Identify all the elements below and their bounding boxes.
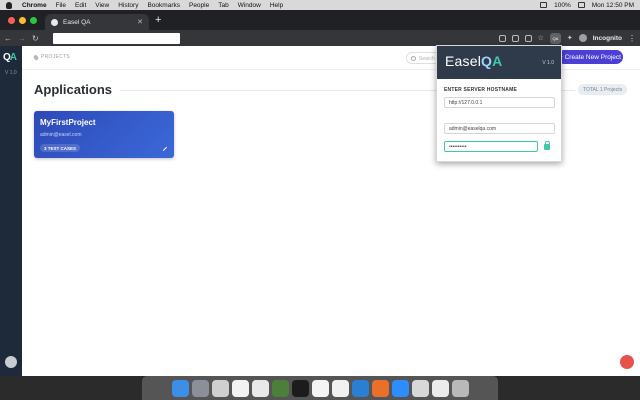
search-icon xyxy=(411,56,416,61)
menubar-status: 100% Mon 12:50 PM xyxy=(540,2,634,9)
preview-icon[interactable] xyxy=(411,379,429,397)
chrome-icon[interactable] xyxy=(331,379,349,397)
close-window-button[interactable] xyxy=(8,16,15,24)
back-icon[interactable]: ← xyxy=(4,34,12,43)
hostname-field[interactable]: http://127.0.0.1 xyxy=(444,97,555,108)
menu-history[interactable]: History xyxy=(118,2,138,9)
calendar-icon[interactable] xyxy=(231,379,249,397)
eye-off-icon[interactable] xyxy=(524,34,532,42)
password-field[interactable]: •••••••••• xyxy=(444,141,538,152)
photos-icon[interactable] xyxy=(251,379,269,397)
bug-report-icon[interactable] xyxy=(620,355,634,369)
reload-icon[interactable]: ↻ xyxy=(32,34,39,43)
popup-version: V 1.0 xyxy=(542,60,554,66)
brand-easel: Easel xyxy=(445,53,482,69)
star-icon[interactable]: ☆ xyxy=(538,34,544,42)
popup-brand: EaselQA xyxy=(445,53,502,69)
browser-toolbar: ← → ↻ ☆ QA ✦ Incognito ⋮ xyxy=(0,30,640,46)
tab-easel-qa[interactable]: Easel QA ✕ xyxy=(45,14,149,30)
test-cases-badge: 3 TEST CASES xyxy=(40,144,81,152)
sidebar-logo[interactable]: QA xyxy=(3,52,17,63)
activity-monitor-icon[interactable] xyxy=(271,379,289,397)
apple-icon[interactable] xyxy=(6,1,12,9)
sidebar-version: V 1.0 xyxy=(5,70,17,76)
system-preferences-icon[interactable] xyxy=(211,379,229,397)
create-new-project-button[interactable]: + Create New Project xyxy=(557,50,623,64)
close-tab-icon[interactable]: ✕ xyxy=(137,18,143,26)
incognito-label[interactable]: Incognito xyxy=(593,35,622,42)
firefox-icon[interactable] xyxy=(371,379,389,397)
tab-title: Easel QA xyxy=(63,18,91,26)
sidebar: QA V 1.0 xyxy=(0,46,22,376)
menu-app[interactable]: Chrome xyxy=(22,2,47,9)
terminal-icon[interactable] xyxy=(291,379,309,397)
menu-help[interactable]: Help xyxy=(270,2,283,9)
search-placeholder: Search xyxy=(419,56,435,62)
project-name: MyFirstProject xyxy=(40,118,96,127)
edit-pencil-icon[interactable] xyxy=(159,143,168,152)
maximize-window-button[interactable] xyxy=(30,16,37,24)
menu-view[interactable]: View xyxy=(95,2,109,9)
menu-tab[interactable]: Tab xyxy=(218,2,228,9)
zoom-icon[interactable] xyxy=(511,34,519,42)
brand-q: Q xyxy=(481,53,493,69)
vscode-icon[interactable] xyxy=(351,379,369,397)
breadcrumb[interactable]: PROJECTS xyxy=(32,53,71,61)
profile-avatar-icon[interactable] xyxy=(578,34,587,42)
hostname-label: ENTER SERVER HOSTNAME xyxy=(444,87,518,93)
trash-icon[interactable] xyxy=(451,379,469,397)
user-avatar-icon[interactable] xyxy=(5,356,17,368)
email-field[interactable]: admin@easelqa.com xyxy=(444,123,555,134)
breadcrumb-projects: PROJECTS xyxy=(41,54,71,60)
toolbar-actions: ☆ QA ✦ Incognito ⋮ xyxy=(498,32,636,44)
menu-people[interactable]: People xyxy=(189,2,209,9)
extensions-puzzle-icon[interactable]: ✦ xyxy=(567,34,573,42)
new-tab-button[interactable]: + xyxy=(155,14,161,26)
project-email: admin@easel.com xyxy=(40,132,82,138)
address-bar[interactable] xyxy=(52,32,180,44)
macos-dock xyxy=(142,376,498,400)
page-title: Applications xyxy=(34,82,113,97)
forward-icon[interactable]: → xyxy=(18,34,26,43)
zoom-app-icon[interactable] xyxy=(391,379,409,397)
window-controls xyxy=(0,16,45,24)
tab-favicon-icon xyxy=(51,18,58,26)
battery-icon[interactable] xyxy=(577,2,585,8)
logo-q: Q xyxy=(3,52,11,63)
wifi-icon[interactable] xyxy=(540,2,548,8)
password-value: •••••••••• xyxy=(449,143,467,150)
hostname-value: http://127.0.0.1 xyxy=(449,99,483,106)
email-value: admin@easelqa.com xyxy=(449,125,497,132)
slack-icon[interactable] xyxy=(311,379,329,397)
macos-menubar: Chrome File Edit View History Bookmarks … xyxy=(0,0,640,10)
launchpad-icon[interactable] xyxy=(191,379,209,397)
brand-a: A xyxy=(492,53,503,69)
total-projects-badge: TOTAL 1 Projects xyxy=(578,84,628,95)
menu-bookmarks[interactable]: Bookmarks xyxy=(147,2,180,9)
document-icon[interactable] xyxy=(431,379,449,397)
menu-file[interactable]: File xyxy=(56,2,66,9)
project-card[interactable]: MyFirstProject admin@easel.com 3 TEST CA… xyxy=(34,111,174,158)
finder-icon[interactable] xyxy=(171,379,189,397)
location-pin-icon xyxy=(32,53,40,61)
browser-tab-strip: Easel QA ✕ + xyxy=(0,10,640,30)
battery-percent: 100% xyxy=(554,1,571,9)
logo-a: A xyxy=(9,52,17,63)
clock[interactable]: Mon 12:50 PM xyxy=(592,2,634,9)
easelqa-extension-popup: EaselQA V 1.0 ENTER SERVER HOSTNAME http… xyxy=(436,45,562,162)
menu-edit[interactable]: Edit xyxy=(75,2,86,9)
create-new-project-label: + Create New Project xyxy=(559,53,621,61)
browser-menu-icon[interactable]: ⋮ xyxy=(628,34,636,43)
menu-window[interactable]: Window xyxy=(238,2,261,9)
minimize-window-button[interactable] xyxy=(19,16,26,24)
key-icon[interactable] xyxy=(498,34,506,42)
popup-header: EaselQA V 1.0 xyxy=(437,46,561,79)
lock-icon[interactable] xyxy=(544,141,550,150)
easelqa-extension-icon[interactable]: QA xyxy=(549,32,561,44)
